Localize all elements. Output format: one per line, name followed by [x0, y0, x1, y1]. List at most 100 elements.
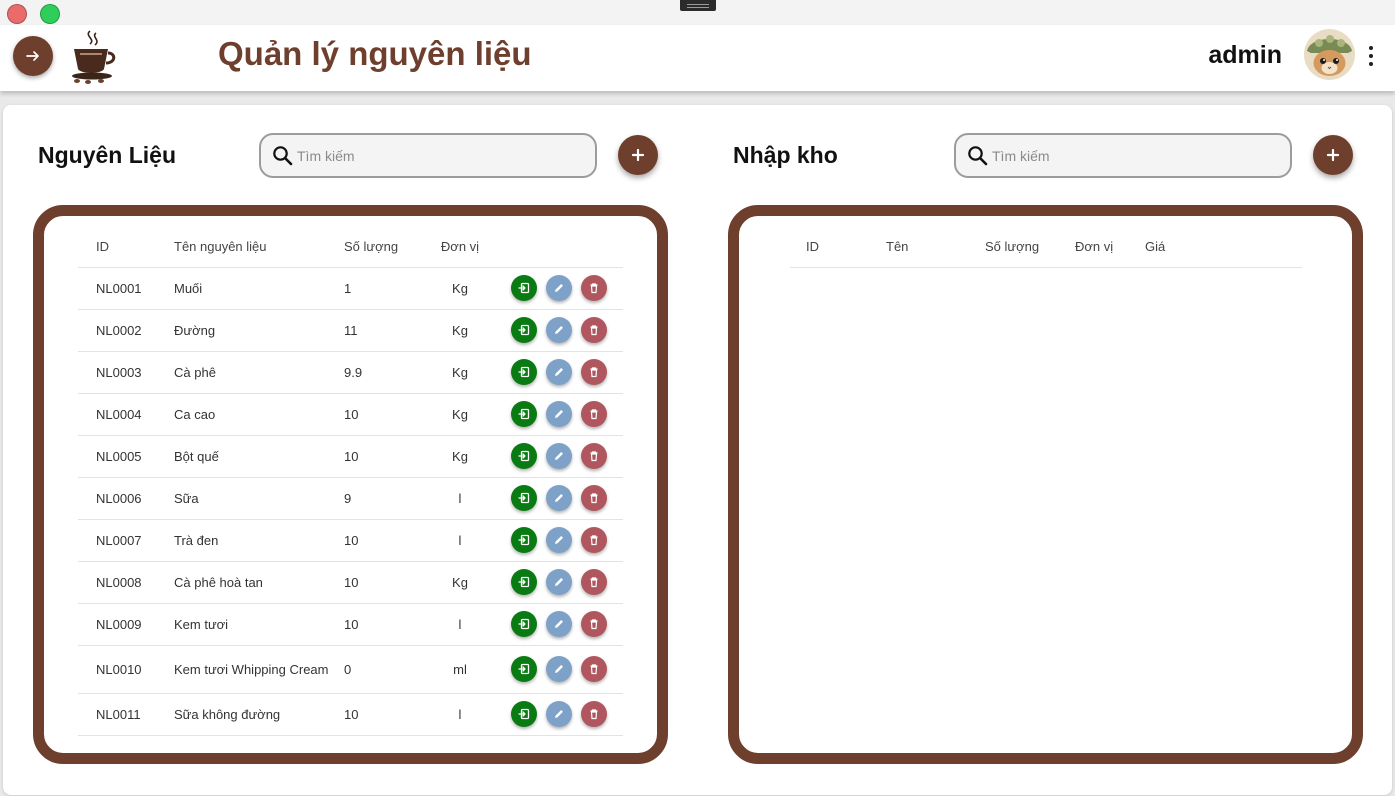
- table-header-row: ID Tên Số lượng Đơn vị Giá: [790, 227, 1302, 268]
- delete-button[interactable]: [581, 701, 607, 727]
- edit-button[interactable]: [546, 317, 572, 343]
- cell-quantity: 10: [344, 602, 430, 645]
- edit-button[interactable]: [546, 701, 572, 727]
- import-icon: [518, 282, 530, 294]
- stock-import-table: ID Tên Số lượng Đơn vị Giá: [790, 227, 1302, 268]
- import-button[interactable]: [511, 527, 537, 553]
- cell-actions: [490, 266, 623, 309]
- cell-quantity: 10: [344, 692, 430, 736]
- import-button[interactable]: [511, 317, 537, 343]
- ingredients-search: [259, 133, 597, 178]
- column-header-quantity: Số lượng: [985, 227, 1075, 268]
- import-button[interactable]: [511, 656, 537, 682]
- plus-icon: [632, 149, 644, 161]
- cell-id: NL0010: [78, 644, 174, 693]
- delete-button[interactable]: [581, 359, 607, 385]
- cell-unit: ml: [430, 644, 490, 693]
- import-icon: [518, 576, 530, 588]
- nav-toggle-button[interactable]: [13, 36, 53, 76]
- import-button[interactable]: [511, 701, 537, 727]
- column-header-quantity: Số lượng: [344, 227, 430, 268]
- cell-id: NL0003: [78, 350, 174, 393]
- edit-button[interactable]: [546, 443, 572, 469]
- table-row[interactable]: NL0002 Đường 11 Kg: [78, 308, 623, 351]
- window-close-button[interactable]: [7, 4, 27, 24]
- edit-button[interactable]: [546, 485, 572, 511]
- window-maximize-button[interactable]: [40, 4, 60, 24]
- cell-actions: [490, 692, 623, 736]
- table-row[interactable]: NL0009 Kem tươi 10 l: [78, 602, 623, 645]
- edit-button[interactable]: [546, 656, 572, 682]
- edit-icon: [555, 620, 563, 628]
- stock-import-search-input[interactable]: [992, 147, 1272, 164]
- trash-icon: [590, 283, 598, 294]
- page-title: Quản lý nguyên liệu: [218, 35, 532, 72]
- edit-button[interactable]: [546, 359, 572, 385]
- table-row[interactable]: NL0008 Cà phê hoà tan 10 Kg: [78, 560, 623, 603]
- add-ingredient-button[interactable]: [618, 135, 658, 175]
- cell-unit: Kg: [430, 392, 490, 435]
- cell-id: NL0006: [78, 476, 174, 519]
- cell-id: NL0004: [78, 392, 174, 435]
- table-row[interactable]: NL0010 Kem tươi Whipping Cream 0 ml: [78, 644, 623, 693]
- import-icon: [518, 408, 530, 420]
- cell-id: NL0007: [78, 518, 174, 561]
- edit-icon: [555, 710, 563, 718]
- cell-id: NL0011: [78, 692, 174, 736]
- delete-button[interactable]: [581, 443, 607, 469]
- add-stock-import-button[interactable]: [1313, 135, 1353, 175]
- delete-button[interactable]: [581, 317, 607, 343]
- edit-icon: [555, 536, 563, 544]
- ingredients-table: ID Tên nguyên liệu Số lượng Đơn vị NL000…: [78, 227, 623, 736]
- arrow-right-icon: [26, 51, 39, 61]
- table-row[interactable]: NL0001 Muối 1 Kg: [78, 266, 623, 309]
- import-button[interactable]: [511, 569, 537, 595]
- edit-button[interactable]: [546, 569, 572, 595]
- table-row[interactable]: NL0004 Ca cao 10 Kg: [78, 392, 623, 435]
- edit-button[interactable]: [546, 401, 572, 427]
- delete-button[interactable]: [581, 527, 607, 553]
- import-button[interactable]: [511, 359, 537, 385]
- import-icon: [518, 324, 530, 336]
- delete-button[interactable]: [581, 401, 607, 427]
- ingredients-table-body: NL0001 Muối 1 Kg NL0002 Đường 11 Kg NL0003 Cà phê…: [78, 266, 623, 736]
- stock-import-title: Nhập kho: [733, 142, 838, 168]
- trash-icon: [590, 535, 598, 546]
- import-button[interactable]: [511, 443, 537, 469]
- cell-name: Kem tươi Whipping Cream: [174, 644, 344, 693]
- delete-button[interactable]: [581, 485, 607, 511]
- import-button[interactable]: [511, 485, 537, 511]
- edit-icon: [555, 494, 563, 502]
- import-button[interactable]: [511, 611, 537, 637]
- import-button[interactable]: [511, 275, 537, 301]
- edit-button[interactable]: [546, 527, 572, 553]
- table-row[interactable]: NL0011 Sữa không đường 10 l: [78, 692, 623, 736]
- user-name: admin: [1208, 41, 1282, 69]
- delete-button[interactable]: [581, 611, 607, 637]
- ingredients-search-input[interactable]: [297, 147, 577, 164]
- table-row[interactable]: NL0006 Sữa 9 l: [78, 476, 623, 519]
- import-icon: [518, 618, 530, 630]
- more-options-button[interactable]: [1362, 43, 1380, 69]
- cell-unit: l: [430, 692, 490, 736]
- avatar[interactable]: [1304, 29, 1355, 80]
- column-header-unit: Đơn vị: [430, 227, 490, 268]
- table-row[interactable]: NL0007 Trà đen 10 l: [78, 518, 623, 561]
- delete-button[interactable]: [581, 569, 607, 595]
- edit-button[interactable]: [546, 611, 572, 637]
- edit-button[interactable]: [546, 275, 572, 301]
- table-row[interactable]: NL0005 Bột quế 10 Kg: [78, 434, 623, 477]
- delete-button[interactable]: [581, 656, 607, 682]
- cell-id: NL0001: [78, 266, 174, 309]
- cell-quantity: 10: [344, 392, 430, 435]
- column-header-unit: Đơn vị: [1075, 227, 1145, 268]
- cell-id: NL0005: [78, 434, 174, 477]
- cell-name: Muối: [174, 266, 344, 309]
- cell-actions: [490, 350, 623, 393]
- stock-import-search: [954, 133, 1292, 178]
- drag-handle-icon[interactable]: [680, 0, 716, 11]
- import-button[interactable]: [511, 401, 537, 427]
- delete-button[interactable]: [581, 275, 607, 301]
- table-row[interactable]: NL0003 Cà phê 9.9 Kg: [78, 350, 623, 393]
- cell-unit: Kg: [430, 434, 490, 477]
